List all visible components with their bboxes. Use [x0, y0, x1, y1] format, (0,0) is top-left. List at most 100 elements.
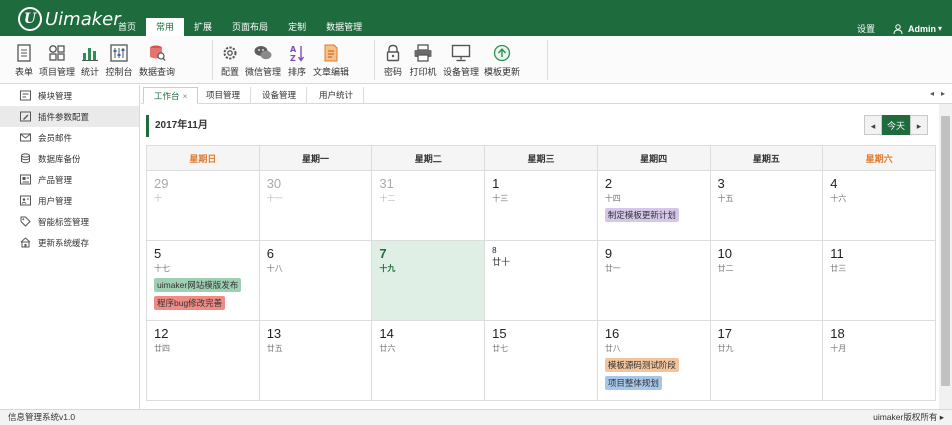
toolbar-button-0-0[interactable]: 表单	[12, 40, 36, 80]
toolbar-button-2-2[interactable]: 设备管理	[440, 40, 482, 80]
calendar-next-button[interactable]: ▸	[910, 115, 928, 135]
toolbar-button-1-3[interactable]: 文章编辑	[310, 40, 352, 80]
sidebar-item-label: 智能标签管理	[38, 216, 90, 227]
toolbar-button-0-4[interactable]: 数据查询	[136, 40, 178, 80]
day-number: 30	[266, 176, 282, 191]
plugin-icon	[20, 111, 31, 122]
tab-scroll-right-icon[interactable]: ▸	[941, 89, 945, 98]
toolbar-button-2-3[interactable]: 模板更新	[482, 40, 522, 80]
sidebar-item-0[interactable]: 模块管理	[0, 85, 139, 106]
calendar-day-cell[interactable]: 8 廿十	[484, 240, 598, 321]
tab-label: 用户统计	[319, 90, 354, 100]
calendar-day-cell[interactable]: 15 廿七	[484, 320, 598, 401]
status-copyright: uimaker版权所有 ▸	[873, 410, 944, 425]
toolbar-button-0-3[interactable]: 控制台	[102, 40, 136, 80]
day-number: 15	[492, 326, 507, 341]
sidebar-item-2[interactable]: 会员邮件	[0, 127, 139, 148]
event-row: 制定模板更新计划	[604, 204, 703, 222]
sidebar-item-3[interactable]: 数据库备份	[0, 148, 139, 169]
toolbar-button-0-2[interactable]: 统计	[78, 40, 102, 80]
calendar-day-cell[interactable]: 4 十六	[822, 170, 936, 241]
calendar-day-cell[interactable]: 31 十二	[371, 170, 486, 241]
menu-item-3[interactable]: 页面布局	[222, 18, 278, 36]
sidebar-item-label: 会员邮件	[38, 132, 73, 143]
settings-link[interactable]: 设置	[857, 22, 875, 35]
calendar-event[interactable]: 模板源码测试阶段	[604, 358, 679, 372]
tab-scroll-left-icon[interactable]: ◂	[930, 89, 934, 98]
calendar-today-button[interactable]: 今天	[882, 115, 910, 135]
lunar-date: 廿九	[717, 344, 734, 353]
tab-strip: ◂ ▸ 工作台 × 项目管理 设备管理 用户统计	[141, 85, 952, 104]
sidebar-item-6[interactable]: 智能标签管理	[0, 211, 139, 232]
toolbar-group-2: 密码 打印机 设备管理 模板更新	[380, 40, 522, 80]
tab-2[interactable]: 设备管理	[252, 87, 308, 104]
bar-chart-icon	[81, 42, 99, 64]
toolbar-button-0-1[interactable]: 项目管理	[36, 40, 78, 80]
vertical-scrollbar[interactable]	[939, 104, 952, 409]
toolbar-label: 配置	[220, 67, 239, 77]
tab-label: 项目管理	[206, 90, 241, 100]
calendar-day-cell[interactable]: 3 十五	[709, 170, 824, 241]
calendar-event[interactable]: 项目整体规划	[604, 376, 662, 390]
menu-item-2[interactable]: 扩展	[184, 18, 222, 36]
sidebar-item-1[interactable]: 插件参数配置	[0, 106, 139, 127]
toolbar-button-1-2[interactable]: A Z 排序	[284, 40, 310, 80]
calendar-day-cell[interactable]: 30 十一	[258, 170, 373, 241]
gear-icon	[221, 42, 239, 64]
menu-item-1[interactable]: 常用	[146, 18, 185, 36]
sidebar-item-label: 数据库备份	[38, 153, 81, 164]
sidebar-item-label: 更新系统缓存	[38, 237, 90, 248]
day-number: 4	[830, 176, 838, 191]
calendar-day-cell[interactable]: 11 廿三	[822, 240, 936, 321]
toolbar-button-1-0[interactable]: 配置	[218, 40, 242, 80]
lunar-date: 十月	[830, 344, 847, 353]
menu-item-0[interactable]: 首页	[108, 18, 146, 36]
weekday-6: 星期六	[822, 145, 936, 171]
tab-0[interactable]: 工作台 ×	[143, 87, 199, 104]
sidebar-item-5[interactable]: 用户管理	[0, 190, 139, 211]
calendar-event[interactable]: 程序bug修改完善	[154, 296, 226, 310]
toolbar-label: 微信管理	[244, 67, 281, 77]
calendar-day-cell[interactable]: 16 廿八 模板源码测试阶段 项目整体规划	[596, 320, 711, 401]
toolbar-button-2-1[interactable]: 打印机	[406, 40, 440, 80]
scrollbar-thumb[interactable]	[941, 116, 950, 386]
calendar-day-cell[interactable]: 29 十	[146, 170, 260, 241]
calendar-prev-button[interactable]: ◂	[864, 115, 882, 135]
printer-icon	[413, 42, 433, 64]
calendar-day-cell[interactable]: 12 廿四	[146, 320, 260, 401]
tab-close-icon[interactable]: ×	[183, 91, 188, 101]
calendar-event[interactable]: uimaker网站模版发布	[154, 278, 242, 292]
tab-1[interactable]: 项目管理	[196, 87, 252, 104]
sidebar-item-7[interactable]: 更新系统缓存	[0, 232, 139, 253]
calendar-day-cell[interactable]: 5 十七 uimaker网站模版发布 程序bug修改完善	[146, 240, 260, 321]
toolbar-ribbon: 表单 项目管理 统计 控制台 数据查询配置 微信管理 A Z 排序 文章编辑 密码 打印机 设备管理 模板…	[0, 36, 952, 84]
calendar-day-cell[interactable]: 7 十九	[371, 240, 486, 321]
sidebar-item-4[interactable]: 产品管理	[0, 169, 139, 190]
calendar-day-cell[interactable]: 18 十月	[822, 320, 936, 401]
toolbar-label: 文章编辑	[312, 67, 349, 77]
calendar-day-cell[interactable]: 6 十八	[258, 240, 373, 321]
toolbar-label: 打印机	[409, 67, 437, 77]
menu-item-5[interactable]: 数据管理	[316, 18, 372, 36]
status-arrow-icon[interactable]: ▸	[940, 412, 944, 422]
toolbar-button-1-1[interactable]: 微信管理	[242, 40, 284, 80]
calendar-day-cell[interactable]: 2 十四 制定模板更新计划	[596, 170, 711, 241]
tab-3[interactable]: 用户统计	[309, 87, 365, 104]
calendar-grid: 星期日 星期一 星期二 星期三 星期四 星期五 星期六 29 十 30 十一 31 十二 1 十三 2 十四制…	[146, 145, 936, 401]
day-number: 31	[379, 176, 394, 191]
lunar-date: 十六	[830, 194, 847, 203]
calendar-day-cell[interactable]: 13 廿五	[258, 320, 373, 401]
calendar-day-cell[interactable]: 17 廿九	[709, 320, 824, 401]
svg-text:A: A	[290, 45, 297, 54]
user-menu[interactable]: Admin ▾	[893, 24, 942, 34]
toolbar-label: 密码	[383, 67, 402, 77]
calendar-day-cell[interactable]: 10 廿二	[709, 240, 824, 321]
calendar-day-cell[interactable]: 14 廿六	[371, 320, 486, 401]
calendar-day-cell[interactable]: 9 廿一	[596, 240, 711, 321]
calendar-event[interactable]: 制定模板更新计划	[604, 208, 679, 222]
calendar-day-cell[interactable]: 1 十三	[484, 170, 598, 241]
day-number: 6	[266, 246, 274, 261]
menu-item-4[interactable]: 定制	[278, 18, 316, 36]
toolbar-button-2-0[interactable]: 密码	[380, 40, 406, 80]
form-icon	[16, 42, 32, 64]
